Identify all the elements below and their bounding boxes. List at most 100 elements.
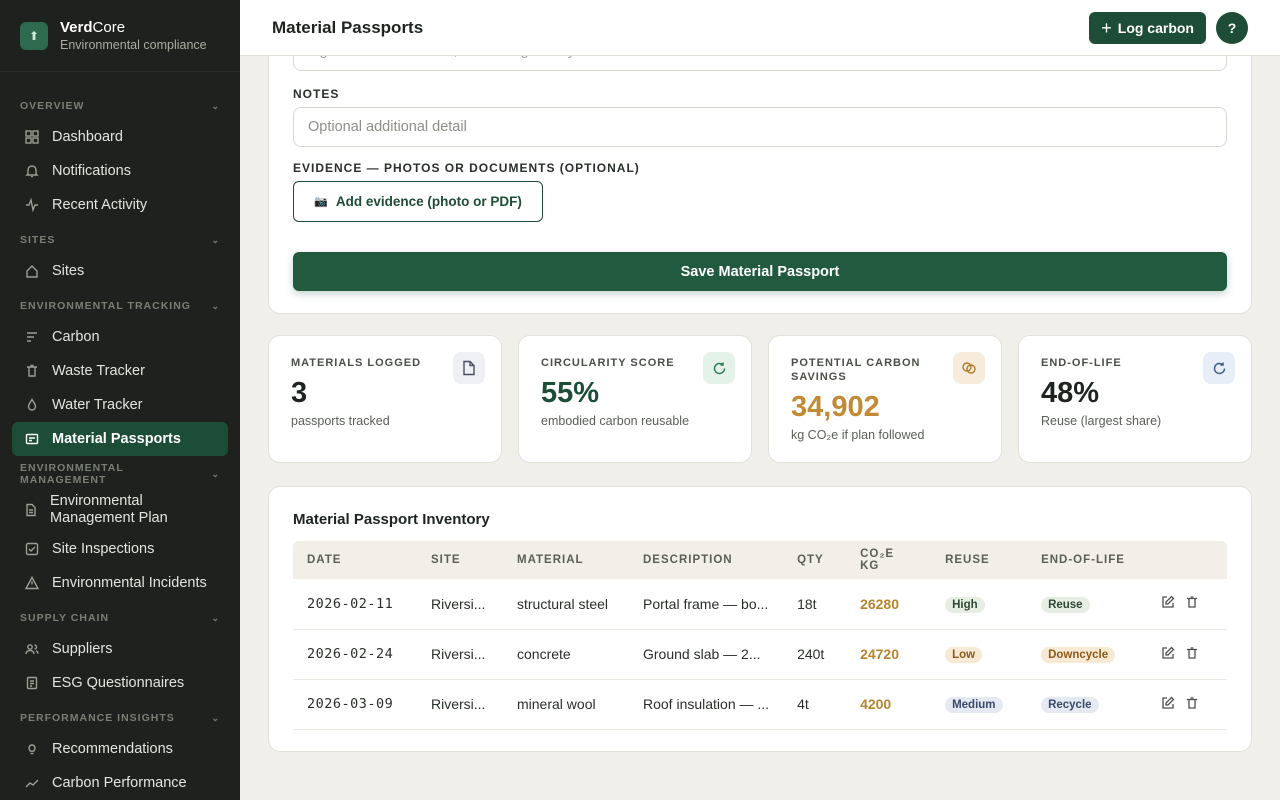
section-overview[interactable]: OVERVIEW ⌄: [0, 98, 240, 114]
column-material[interactable]: MATERIAL: [503, 541, 629, 579]
leaf-logo-icon: ⬆: [20, 21, 48, 50]
cell-site: Riversi...: [417, 679, 503, 730]
sidebar-item-suppliers[interactable]: Suppliers: [12, 632, 228, 666]
cell-actions: [1147, 629, 1227, 680]
table-row[interactable]: 2026-03-09 Riversi... mineral wool Roof …: [293, 679, 1227, 730]
brand[interactable]: ⬆ VerdCore Environmental compliance: [0, 0, 240, 72]
save-material-passport-button[interactable]: Save Material Passport: [293, 252, 1227, 291]
cell-description: Roof insulation — ...: [629, 679, 784, 730]
sidebar-item-site-inspections[interactable]: Site Inspections: [12, 532, 228, 566]
table-header-row: DATE SITE MATERIAL DESCRIPTION QTY CO₂E …: [293, 541, 1227, 579]
stat-label: CIRCULARITY SCORE: [541, 357, 675, 369]
sidebar-item-water-tracker[interactable]: Water Tracker: [12, 388, 228, 422]
column-end-of-life[interactable]: END-OF-LIFE: [1027, 541, 1148, 579]
help-button[interactable]: ?: [1216, 11, 1248, 44]
evidence-label: EVIDENCE — PHOTOS OR DOCUMENTS (OPTIONAL…: [293, 161, 640, 175]
lightbulb-icon: [24, 741, 40, 757]
sidebar-item-dashboard[interactable]: Dashboard: [12, 120, 228, 154]
column-co2e[interactable]: CO₂E KG: [846, 541, 932, 579]
column-description[interactable]: DESCRIPTION: [629, 541, 784, 579]
reuse-badge: High: [945, 596, 985, 613]
cell-description: Ground slab — 2...: [629, 629, 784, 680]
sidebar-item-esg-questionnaires[interactable]: ESG Questionnaires: [12, 666, 228, 700]
cell-reuse: Medium: [931, 679, 1028, 730]
grid-icon: [24, 129, 40, 145]
edit-icon[interactable]: [1161, 595, 1175, 612]
sidebar-item-sites[interactable]: Sites: [12, 254, 228, 288]
warning-icon: [24, 575, 40, 591]
inventory-card: Material Passport Inventory DATE SITE MA…: [268, 486, 1252, 752]
chevron-down-icon: ⌄: [211, 712, 220, 723]
chevron-down-icon: ⌄: [211, 234, 220, 245]
cell-reuse: High: [931, 579, 1028, 630]
column-date[interactable]: DATE: [293, 541, 417, 579]
chevron-down-icon: ⌄: [211, 100, 220, 111]
material-passport-form: e.g. Bolted connections, no welding — fu…: [268, 56, 1252, 314]
cell-material: structural steel: [503, 579, 629, 630]
edit-icon[interactable]: [1161, 696, 1175, 713]
chevron-down-icon: ⌄: [211, 468, 220, 479]
stat-label: END-OF-LIFE: [1041, 357, 1122, 369]
cell-end-of-life: Downcycle: [1027, 629, 1148, 680]
clipboard-icon: [24, 675, 40, 691]
page-title: Material Passports: [272, 17, 424, 37]
stat-subtext: Reuse (largest share): [1041, 414, 1162, 428]
stat-value: 48%: [1041, 377, 1100, 409]
trash-icon[interactable]: [1185, 595, 1199, 612]
cell-qty: 4t: [783, 679, 847, 730]
column-actions: [1147, 541, 1227, 579]
connection-details-input[interactable]: e.g. Bolted connections, no welding — fu…: [293, 56, 1227, 71]
table-row[interactable]: 2026-02-11 Riversi... structural steel P…: [293, 579, 1227, 630]
sidebar-item-recommendations[interactable]: Recommendations: [12, 732, 228, 766]
inventory-title: Material Passport Inventory: [293, 511, 490, 528]
sidebar-item-carbon[interactable]: Carbon: [12, 320, 228, 354]
section-sites[interactable]: SITES ⌄: [0, 232, 240, 248]
reuse-badge: Medium: [945, 697, 1003, 713]
cell-material: mineral wool: [503, 679, 629, 730]
cell-co2e: 24720: [846, 629, 932, 680]
cell-co2e: 4200: [846, 679, 932, 730]
chevron-down-icon: ⌄: [211, 612, 220, 623]
sidebar-item-waste-tracker[interactable]: Waste Tracker: [12, 354, 228, 388]
checkbox-icon: [24, 541, 40, 557]
droplet-icon: [24, 397, 40, 413]
cell-description: Portal frame — bo...: [629, 579, 784, 630]
plus-icon: +: [1101, 17, 1112, 38]
home-icon: [24, 263, 40, 279]
main-content: e.g. Bolted connections, no welding — fu…: [240, 56, 1280, 800]
sidebar-item-carbon-performance[interactable]: Carbon Performance: [12, 766, 228, 800]
trash-icon[interactable]: [1185, 696, 1199, 713]
stat-label: MATERIALS LOGGED: [291, 357, 422, 369]
edit-icon[interactable]: [1161, 646, 1175, 663]
sidebar-item-recent-activity[interactable]: Recent Activity: [12, 188, 228, 222]
section-performance-insights[interactable]: PERFORMANCE INSIGHTS ⌄: [0, 710, 240, 726]
table-row[interactable]: 2026-02-24 Riversi... concrete Ground sl…: [293, 629, 1227, 680]
cell-site: Riversi...: [417, 579, 503, 630]
sidebar-item-environmental-incidents[interactable]: Environmental Incidents: [12, 566, 228, 600]
stat-subtext: kg CO₂e if plan followed: [791, 428, 925, 442]
cell-date: 2026-02-24: [293, 629, 417, 680]
coins-icon: [953, 352, 985, 384]
brand-subtitle: Environmental compliance: [60, 38, 207, 52]
sidebar-item-notifications[interactable]: Notifications: [12, 154, 228, 188]
section-supply-chain[interactable]: SUPPLY CHAIN ⌄: [0, 610, 240, 626]
cell-end-of-life: Recycle: [1027, 679, 1148, 730]
trash-icon[interactable]: [1185, 646, 1199, 663]
column-reuse[interactable]: REUSE: [931, 541, 1028, 579]
stat-card-end-of-life: END-OF-LIFE 48% Reuse (largest share): [1018, 335, 1252, 463]
add-evidence-button[interactable]: 📷 Add evidence (photo or PDF): [293, 181, 543, 222]
log-carbon-button[interactable]: + Log carbon: [1089, 11, 1206, 44]
stat-card-materials-logged: MATERIALS LOGGED 3 passports tracked: [268, 335, 502, 463]
section-environmental-tracking[interactable]: ENVIRONMENTAL TRACKING ⌄: [0, 298, 240, 314]
document-icon: [453, 352, 485, 384]
bell-icon: [24, 163, 40, 179]
section-environmental-management[interactable]: ENVIRONMENTAL MANAGEMENT ⌄: [0, 462, 240, 486]
sidebar-item-environmental-management-plan[interactable]: Environmental Management Plan: [12, 488, 228, 532]
column-site[interactable]: SITE: [417, 541, 503, 579]
notes-input[interactable]: Optional additional detail: [293, 107, 1227, 147]
sidebar-item-material-passports[interactable]: Material Passports: [12, 422, 228, 456]
column-qty[interactable]: QTY: [783, 541, 847, 579]
cell-qty: 240t: [783, 629, 847, 680]
refresh-icon: [1203, 352, 1235, 384]
end-of-life-badge: Downcycle: [1041, 647, 1116, 663]
